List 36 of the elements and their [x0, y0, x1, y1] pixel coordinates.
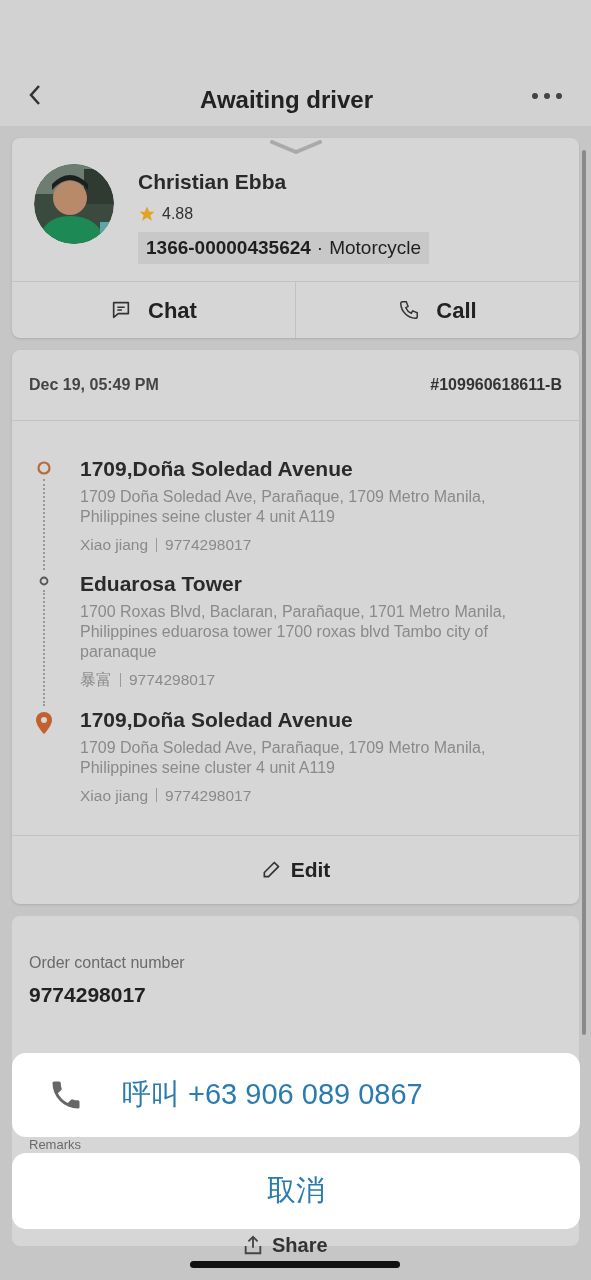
cancel-button[interactable]: 取消	[12, 1153, 580, 1229]
contact-phone: 9774298017	[165, 535, 252, 555]
vehicle-type: Motorcycle	[329, 235, 422, 260]
pickup-marker-icon	[37, 461, 51, 475]
stop-title: Eduarosa Tower	[80, 571, 243, 598]
order-time: Dec 19, 05:49 PM	[29, 375, 159, 395]
stop-address: 1709 Doña Soledad Ave, Parañaque, 1709 Metro Manila, Philippines seine cluster 4 unit A119	[80, 487, 487, 527]
call-button[interactable]: Call	[295, 282, 579, 338]
order-number: #109960618611-B	[430, 375, 562, 395]
back-icon[interactable]	[28, 84, 42, 106]
stop-address: 1709 Doña Soledad Ave, Parañaque, 1709 Metro Manila, Philippines seine cluster 4 unit A119	[80, 737, 487, 778]
vehicle-separator: ·	[316, 235, 324, 260]
stop-title: 1709,Doña Soledad Avenue	[80, 706, 354, 733]
location-pin-icon	[36, 711, 52, 734]
contact-name: 暴富	[80, 670, 112, 691]
field-label: Remarks	[29, 1138, 81, 1152]
more-icon[interactable]	[531, 92, 563, 100]
screen-title: Awaiting driver	[200, 85, 373, 115]
stop-address: 1700 Roxas Blvd, Baclaran, Parañaque, 1701 Metro Manila, Philippines eduarosa tower 1700 roxas blvd Tambo city of paranaque	[80, 602, 508, 663]
plate-number: 1366-00000435624	[146, 235, 311, 260]
contact-name: Xiao jiang	[80, 785, 149, 806]
edit-button[interactable]: Edit	[260, 854, 331, 886]
stop-marker-icon	[39, 576, 49, 587]
contact-phone: 9774298017	[129, 670, 216, 691]
contact-phone: 9774298017	[165, 785, 252, 806]
contact-name: Xiao jiang	[80, 535, 149, 555]
phone-icon	[398, 299, 421, 321]
driver-name: Christian Ebba	[138, 169, 287, 195]
driver-rating: 4.88	[162, 203, 194, 224]
chat-button[interactable]: Chat	[12, 282, 295, 338]
stop-title: 1709,Doña Soledad Avenue	[80, 456, 354, 482]
field-label: Order contact number	[29, 952, 186, 973]
contact-number: 9774298017	[29, 981, 147, 1008]
call-option[interactable]: 呼叫 +63 906 089 0867	[12, 1053, 580, 1137]
share-button[interactable]: Share	[242, 1233, 328, 1257]
share-icon	[242, 1234, 264, 1256]
